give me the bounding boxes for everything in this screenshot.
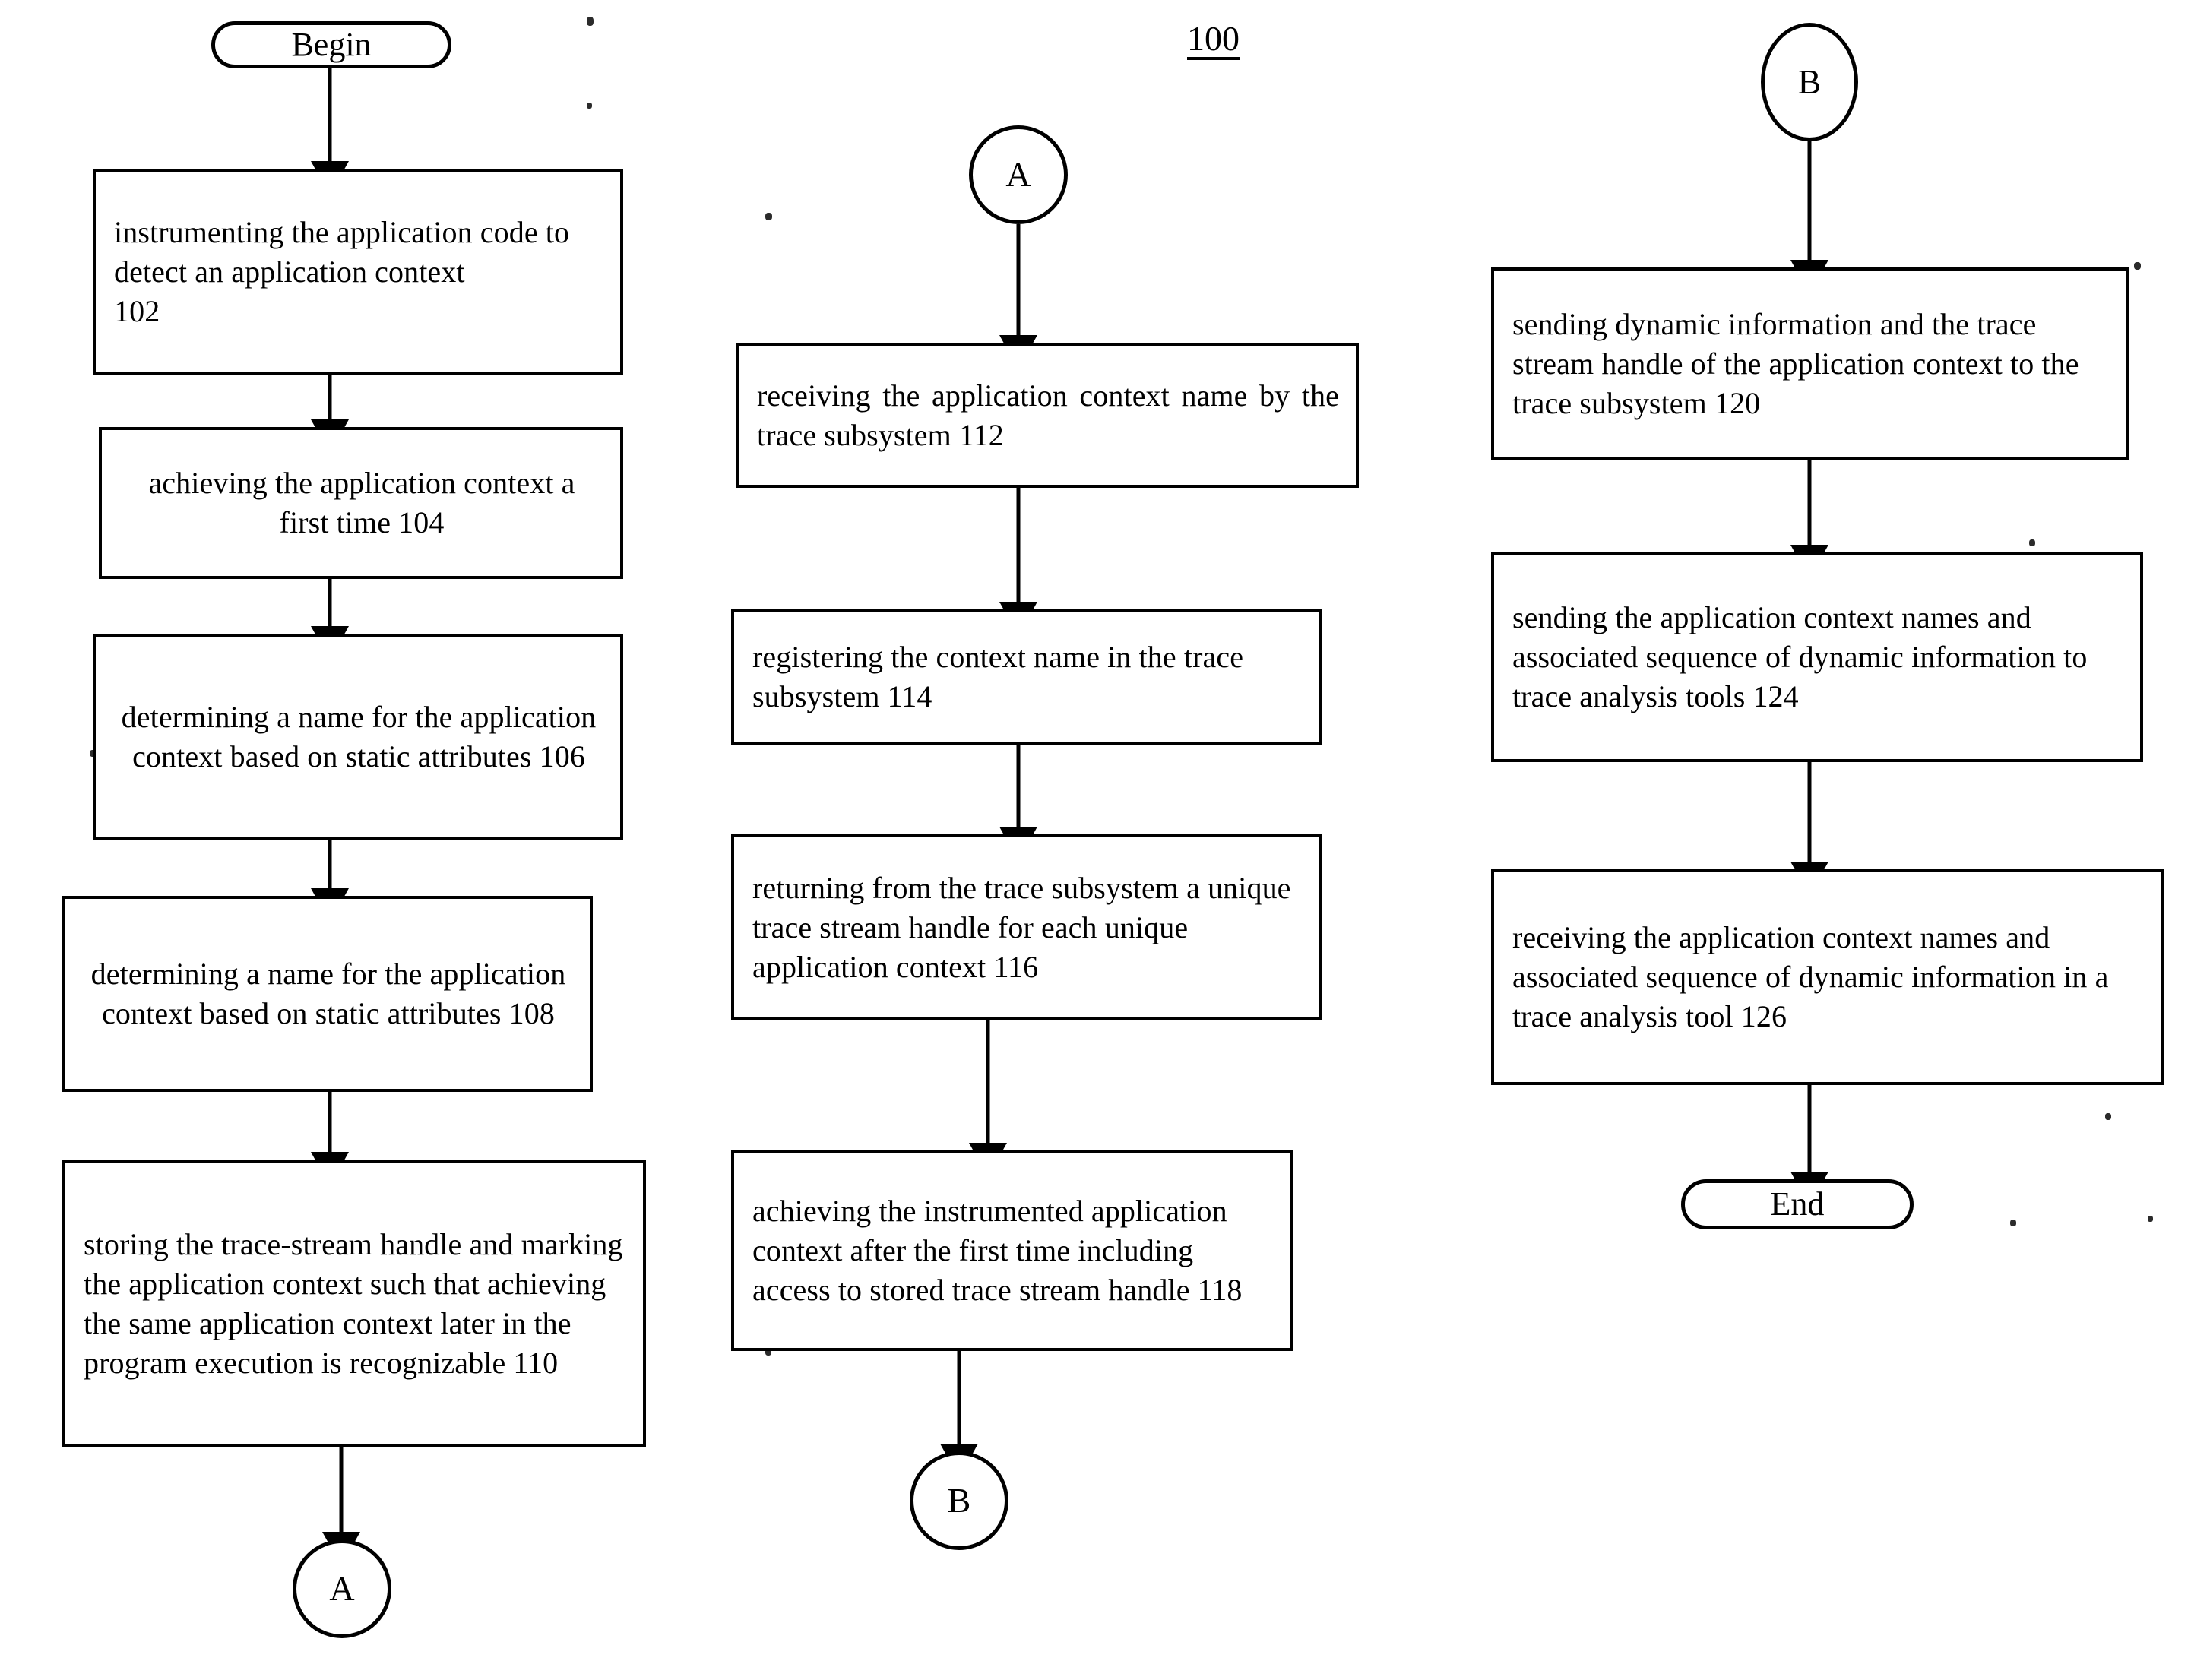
end-terminator: End [1681,1179,1914,1229]
process-step-126: receiving the application context names … [1491,869,2164,1085]
connector-b-incoming-label: B [1797,62,1822,101]
begin-terminator: Begin [211,21,451,68]
process-step-112-text: receiving the application context name b… [757,378,1339,452]
scan-speck [587,17,594,26]
scan-speck [2010,1220,2016,1226]
process-step-116: returning from the trace subsystem a uni… [731,834,1322,1020]
scan-speck [2029,539,2035,546]
process-step-106-text: determining a name for the application c… [121,699,597,774]
scan-speck [2148,1216,2153,1222]
process-step-116-text: returning from the trace subsystem a uni… [752,870,1291,984]
connector-a-incoming: A [969,125,1068,224]
process-step-118: achieving the instrumented application c… [731,1150,1293,1351]
process-step-114-text: registering the context name in the trac… [752,640,1244,713]
flowchart-canvas: 100 Begin instrumenting the application … [0,0,2191,1680]
scan-speck [587,103,592,109]
connector-b-incoming: B [1761,23,1858,141]
process-step-106: determining a name for the application c… [93,634,623,840]
process-step-108: determining a name for the application c… [62,896,593,1092]
end-label: End [1770,1185,1825,1223]
process-step-104-text: achieving the application context a firs… [148,466,575,539]
process-step-110: storing the trace-stream handle and mark… [62,1160,646,1447]
process-step-124: sending the application context names an… [1491,552,2143,762]
process-step-124-text: sending the application context names an… [1512,600,2088,713]
connector-a-outgoing-label: A [329,1569,355,1608]
process-step-120: sending dynamic information and the trac… [1491,267,2129,460]
connector-b-outgoing-label: B [947,1481,971,1520]
process-step-114: registering the context name in the trac… [731,609,1322,745]
scan-speck [765,213,772,220]
connector-a-outgoing: A [293,1539,391,1638]
process-step-126-text: receiving the application context names … [1512,920,2109,1033]
scan-speck [2134,262,2141,270]
connector-b-outgoing: B [910,1451,1008,1550]
begin-label: Begin [291,26,372,63]
connector-a-incoming-label: A [1005,155,1031,194]
process-step-110-text: storing the trace-stream handle and mark… [84,1226,623,1380]
figure-number-label: 100 [1187,19,1240,58]
process-step-118-text: achieving the instrumented application c… [752,1194,1243,1307]
process-step-102: instrumenting the application code to de… [93,169,623,375]
scan-speck [2105,1113,2111,1120]
process-step-104: achieving the application context a firs… [99,427,623,579]
process-step-108-text: determining a name for the application c… [90,957,566,1030]
process-step-120-text: sending dynamic information and the trac… [1512,306,2079,420]
process-step-102-text: instrumenting the application code to de… [114,215,570,328]
process-step-112: receiving the application context name b… [736,343,1359,488]
